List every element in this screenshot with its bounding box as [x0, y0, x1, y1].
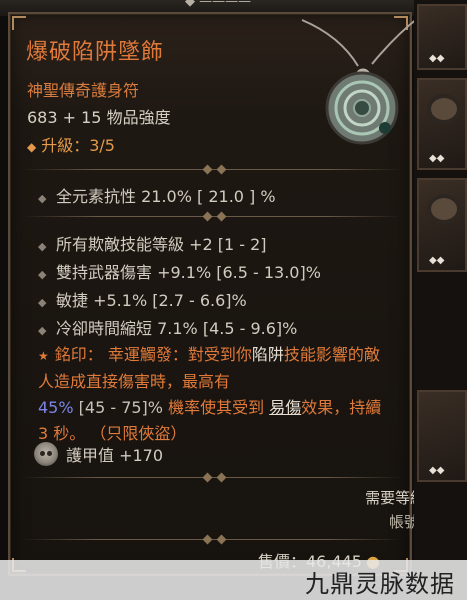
- equipment-slot[interactable]: ◆◆: [417, 4, 467, 70]
- upgrade-text: 升級：3/5: [41, 136, 115, 155]
- affix-stat: ◆ 冷卻時間縮短 7.1% [4.5 - 9.6]%: [38, 315, 297, 339]
- top-strip-text: ◆ ————: [185, 0, 252, 9]
- aspect-chance: 45%: [38, 398, 74, 417]
- aspect-label: 銘印：: [54, 345, 103, 364]
- equipment-slot[interactable]: ◆◆: [417, 390, 467, 482]
- equipment-slot[interactable]: ◆◆: [417, 178, 467, 272]
- implicit-stat-text: 全元素抗性 21.0% [ 21.0 ] %: [56, 187, 276, 206]
- item-upgrade: ◆ 升級：3/5: [27, 132, 115, 156]
- section-divider: [22, 534, 402, 545]
- stat-bullet-icon: ◆: [38, 324, 47, 337]
- stat-bullet-icon: ◆: [38, 240, 47, 253]
- section-divider: [22, 472, 402, 483]
- ring-icon: [427, 194, 461, 224]
- frame-corner: [12, 16, 26, 30]
- aspect-keyword-vulnerable[interactable]: 易傷: [269, 398, 301, 417]
- aspect-star-icon: ★: [38, 349, 49, 363]
- skull-icon: [34, 442, 58, 466]
- section-divider: [22, 211, 402, 222]
- slot-mark: ◆◆: [429, 465, 445, 476]
- slot-mark: ◆◆: [429, 53, 445, 64]
- watermark: 九鼎灵脉数据: [0, 560, 467, 600]
- legendary-aspect: ★ 銘印： 幸運觸發：對受到你陷阱技能影響的敵人造成直接傷害時，最高有 45% […: [38, 342, 394, 447]
- item-type: 神聖傳奇護身符: [27, 81, 140, 100]
- amulet-icon: [301, 17, 419, 145]
- affix-text: 所有欺敵技能等級 +2 [1 - 2]: [56, 235, 267, 254]
- armor-text: 護甲值 +170: [66, 446, 164, 465]
- aspect-text: 機率使其受到: [163, 398, 270, 417]
- aspect-range: [45 - 75]%: [73, 398, 163, 417]
- affix-stat: ◆ 敏捷 +5.1% [2.7 - 6.6]%: [38, 287, 247, 311]
- stat-bullet-icon: ◆: [38, 296, 47, 309]
- slot-mark: ◆◆: [429, 255, 445, 266]
- item-power: 683 + 15 物品強度: [27, 108, 171, 127]
- affix-text: 冷卻時間縮短 7.1% [4.5 - 9.6]%: [56, 319, 298, 338]
- affix-text: 雙持武器傷害 +9.1% [6.5 - 13.0]%: [56, 263, 321, 282]
- slot-mark: ◆◆: [429, 153, 445, 164]
- item-name: 爆破陷阱墜飾: [26, 40, 165, 65]
- watermark-text: 九鼎灵脉数据: [305, 570, 455, 598]
- stat-bullet-icon: ◆: [38, 268, 47, 281]
- aspect-keyword-trap: 陷阱: [251, 345, 284, 364]
- upgrade-diamond-icon: ◆: [27, 140, 37, 154]
- stat-bullet-icon: ◆: [38, 192, 47, 205]
- ring-icon: [427, 94, 461, 124]
- section-divider: [22, 164, 402, 175]
- armor-row: 護甲值 +170: [34, 442, 163, 466]
- affix-text: 敏捷 +5.1% [2.7 - 6.6]%: [56, 291, 247, 310]
- equipment-sidebar: ◆◆ ◆◆ ◆◆ ◆◆: [414, 0, 467, 600]
- affix-stat: ◆ 雙持武器傷害 +9.1% [6.5 - 13.0]%: [38, 259, 321, 283]
- equipment-slot[interactable]: ◆◆: [417, 78, 467, 170]
- affix-stat: ◆ 所有欺敵技能等級 +2 [1 - 2]: [38, 231, 267, 255]
- implicit-stat: ◆ 全元素抗性 21.0% [ 21.0 ] %: [38, 183, 276, 207]
- aspect-text: 幸運觸發：對受到你: [102, 345, 252, 364]
